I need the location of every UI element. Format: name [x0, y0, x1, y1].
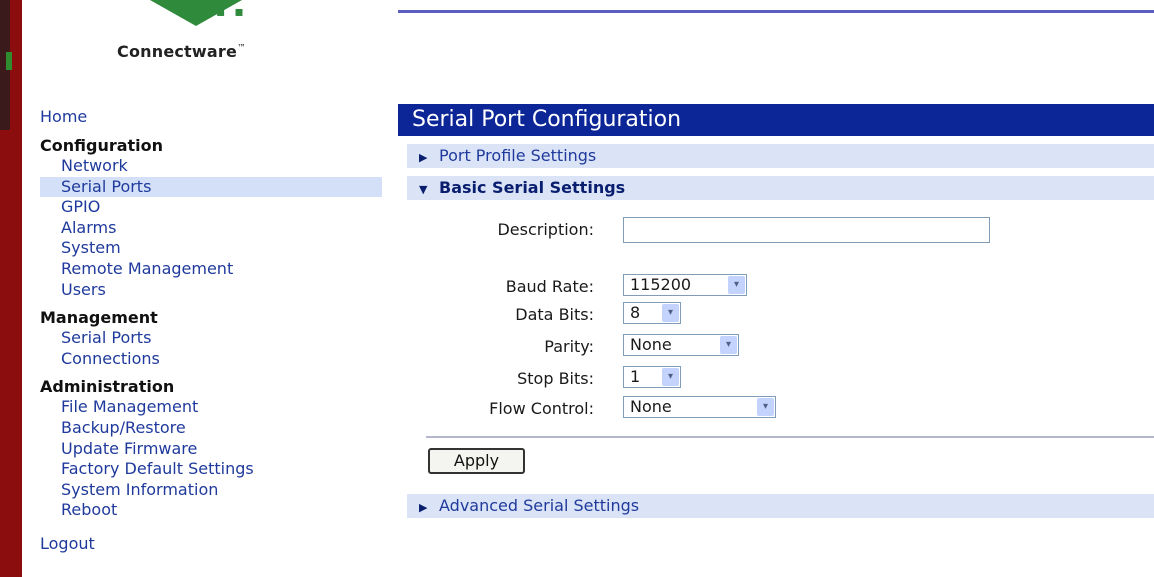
flow-control-value: None	[630, 397, 672, 416]
nav-admin-update-firmware[interactable]: Update Firmware	[40, 439, 382, 460]
nav-config-users[interactable]: Users	[40, 280, 382, 301]
description-label: Description:	[497, 220, 594, 239]
port-profile-settings-toggle[interactable]: ▶ Port Profile Settings	[407, 144, 1154, 168]
window-left-edge	[0, 0, 22, 577]
nav-admin-factory-default-settings[interactable]: Factory Default Settings	[40, 459, 382, 480]
flow-control-row: Flow Control: None ▾	[398, 396, 1154, 422]
chevron-down-icon: ▾	[662, 304, 679, 322]
chevron-down-icon: ▾	[662, 368, 679, 386]
parity-value: None	[630, 335, 672, 354]
nav-admin-reboot[interactable]: Reboot	[40, 500, 382, 521]
flow-control-label: Flow Control:	[489, 399, 594, 418]
baud-rate-label: Baud Rate:	[505, 277, 594, 296]
caret-right-icon: ▶	[419, 501, 428, 514]
nav-config-remote-management[interactable]: Remote Management	[40, 259, 382, 280]
sidebar-nav: Home Configuration Network Serial Ports …	[40, 106, 382, 555]
advanced-serial-settings-label: Advanced Serial Settings	[439, 496, 640, 515]
nav-admin-backup-restore[interactable]: Backup/Restore	[40, 418, 382, 439]
stop-bits-value: 1	[630, 367, 641, 386]
baud-rate-row: Baud Rate: 115200 ▾	[398, 274, 1154, 300]
nav-admin-system-information[interactable]: System Information	[40, 480, 382, 501]
brand-name: Connectware	[117, 42, 238, 61]
description-row: Description:	[398, 217, 1154, 243]
header-rule	[398, 10, 1154, 13]
apply-button[interactable]: Apply	[428, 448, 525, 474]
brand-trademark: ™	[237, 43, 247, 54]
flow-control-select[interactable]: None ▾	[623, 396, 776, 418]
nav-config-network[interactable]: Network	[40, 156, 382, 177]
window-edge-accent	[6, 52, 12, 70]
nav-section-configuration: Configuration	[40, 136, 164, 155]
advanced-serial-settings-toggle[interactable]: ▶ Advanced Serial Settings	[407, 494, 1154, 518]
serial-port-config-panel: Serial Port Configuration ▶ Port Profile …	[398, 104, 1154, 522]
data-bits-label: Data Bits:	[515, 305, 594, 324]
form-divider	[426, 436, 1154, 438]
brand-logo-text: Connectware™	[117, 42, 246, 61]
data-bits-select[interactable]: 8 ▾	[623, 302, 681, 324]
brand-logo-dots: ▪ ▪	[216, 4, 246, 20]
stop-bits-select[interactable]: 1 ▾	[623, 366, 681, 388]
nav-mgmt-serial-ports[interactable]: Serial Ports	[40, 328, 382, 349]
nav-admin-file-management[interactable]: File Management	[40, 397, 382, 418]
nav-section-administration: Administration	[40, 377, 175, 397]
chevron-down-icon: ▾	[757, 398, 774, 416]
description-input[interactable]	[623, 217, 990, 243]
data-bits-value: 8	[630, 303, 641, 322]
caret-down-icon: ▼	[419, 183, 428, 196]
nav-mgmt-connections[interactable]: Connections	[40, 349, 382, 370]
nav-section-management: Management	[40, 308, 158, 328]
stop-bits-label: Stop Bits:	[517, 369, 594, 388]
baud-rate-select[interactable]: 115200 ▾	[623, 274, 747, 296]
nav-config-alarms[interactable]: Alarms	[40, 218, 382, 239]
port-profile-settings-label: Port Profile Settings	[439, 146, 597, 165]
parity-row: Parity: None ▾	[398, 334, 1154, 360]
parity-label: Parity:	[544, 337, 594, 356]
stop-bits-row: Stop Bits: 1 ▾	[398, 366, 1154, 392]
data-bits-row: Data Bits: 8 ▾	[398, 302, 1154, 328]
baud-rate-value: 115200	[630, 275, 692, 294]
nav-logout-link[interactable]: Logout	[40, 533, 382, 555]
nav-home-link[interactable]: Home	[40, 106, 382, 128]
parity-select[interactable]: None ▾	[623, 334, 739, 356]
caret-right-icon: ▶	[419, 151, 428, 164]
nav-config-gpio[interactable]: GPIO	[40, 197, 382, 218]
chevron-down-icon: ▾	[720, 336, 737, 354]
nav-config-system[interactable]: System	[40, 238, 382, 259]
basic-serial-settings-toggle[interactable]: ▼ Basic Serial Settings	[407, 176, 1154, 200]
basic-serial-settings-label: Basic Serial Settings	[439, 178, 626, 197]
chevron-down-icon: ▾	[728, 276, 745, 294]
panel-title: Serial Port Configuration	[398, 104, 1154, 136]
nav-config-serial-ports[interactable]: Serial Ports	[40, 176, 382, 198]
